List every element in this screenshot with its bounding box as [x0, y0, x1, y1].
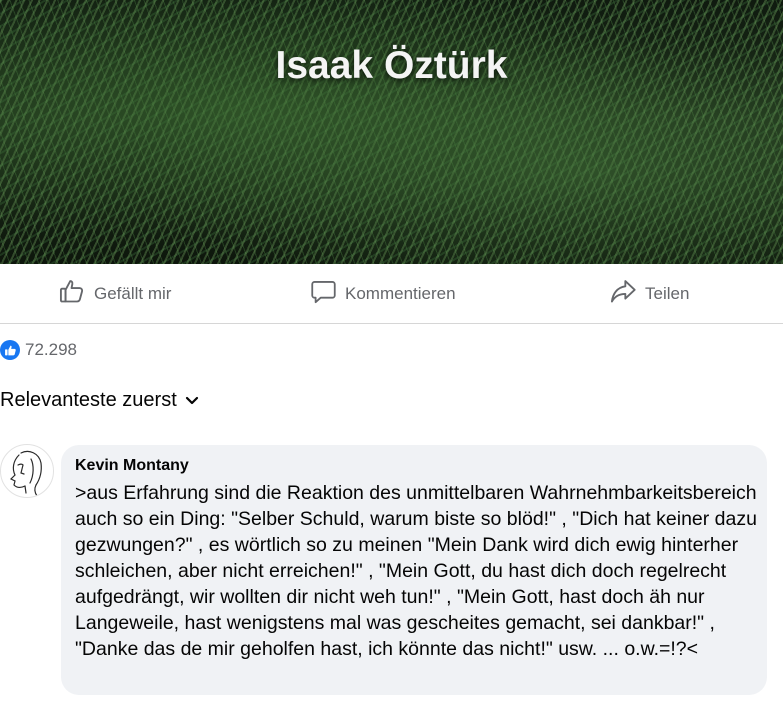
share-arrow-icon [609, 277, 645, 310]
comment-bubble: Kevin Montany >aus Erfahrung sind die Re… [61, 445, 767, 695]
comment-button[interactable]: Kommentieren [310, 264, 456, 323]
comment-sort-dropdown[interactable]: Relevanteste zuerst [0, 389, 199, 412]
post-cover-image[interactable]: Isaak Öztürk [0, 0, 783, 264]
reaction-count: 72.298 [25, 340, 77, 359]
share-label: Teilen [645, 283, 690, 303]
chevron-down-icon [177, 389, 199, 412]
share-button[interactable]: Teilen [609, 264, 689, 323]
sort-label: Relevanteste zuerst [0, 389, 177, 411]
avatar[interactable] [0, 444, 54, 498]
comment-text: >aus Erfahrung sind die Reaktion des unm… [75, 482, 757, 660]
like-button[interactable]: Gefällt mir [58, 264, 171, 323]
comment-bubble-icon [310, 278, 345, 310]
thumbs-up-outline-icon [58, 277, 94, 310]
comment-author[interactable]: Kevin Montany [75, 456, 753, 476]
comment-label: Kommentieren [345, 283, 456, 303]
like-label: Gefällt mir [94, 283, 172, 303]
post-action-bar: Gefällt mir Kommentieren Teilen [0, 264, 783, 324]
thumbs-up-icon [0, 340, 20, 360]
cover-title: Isaak Öztürk [275, 44, 508, 87]
reaction-summary[interactable]: 72.298 [0, 339, 77, 361]
